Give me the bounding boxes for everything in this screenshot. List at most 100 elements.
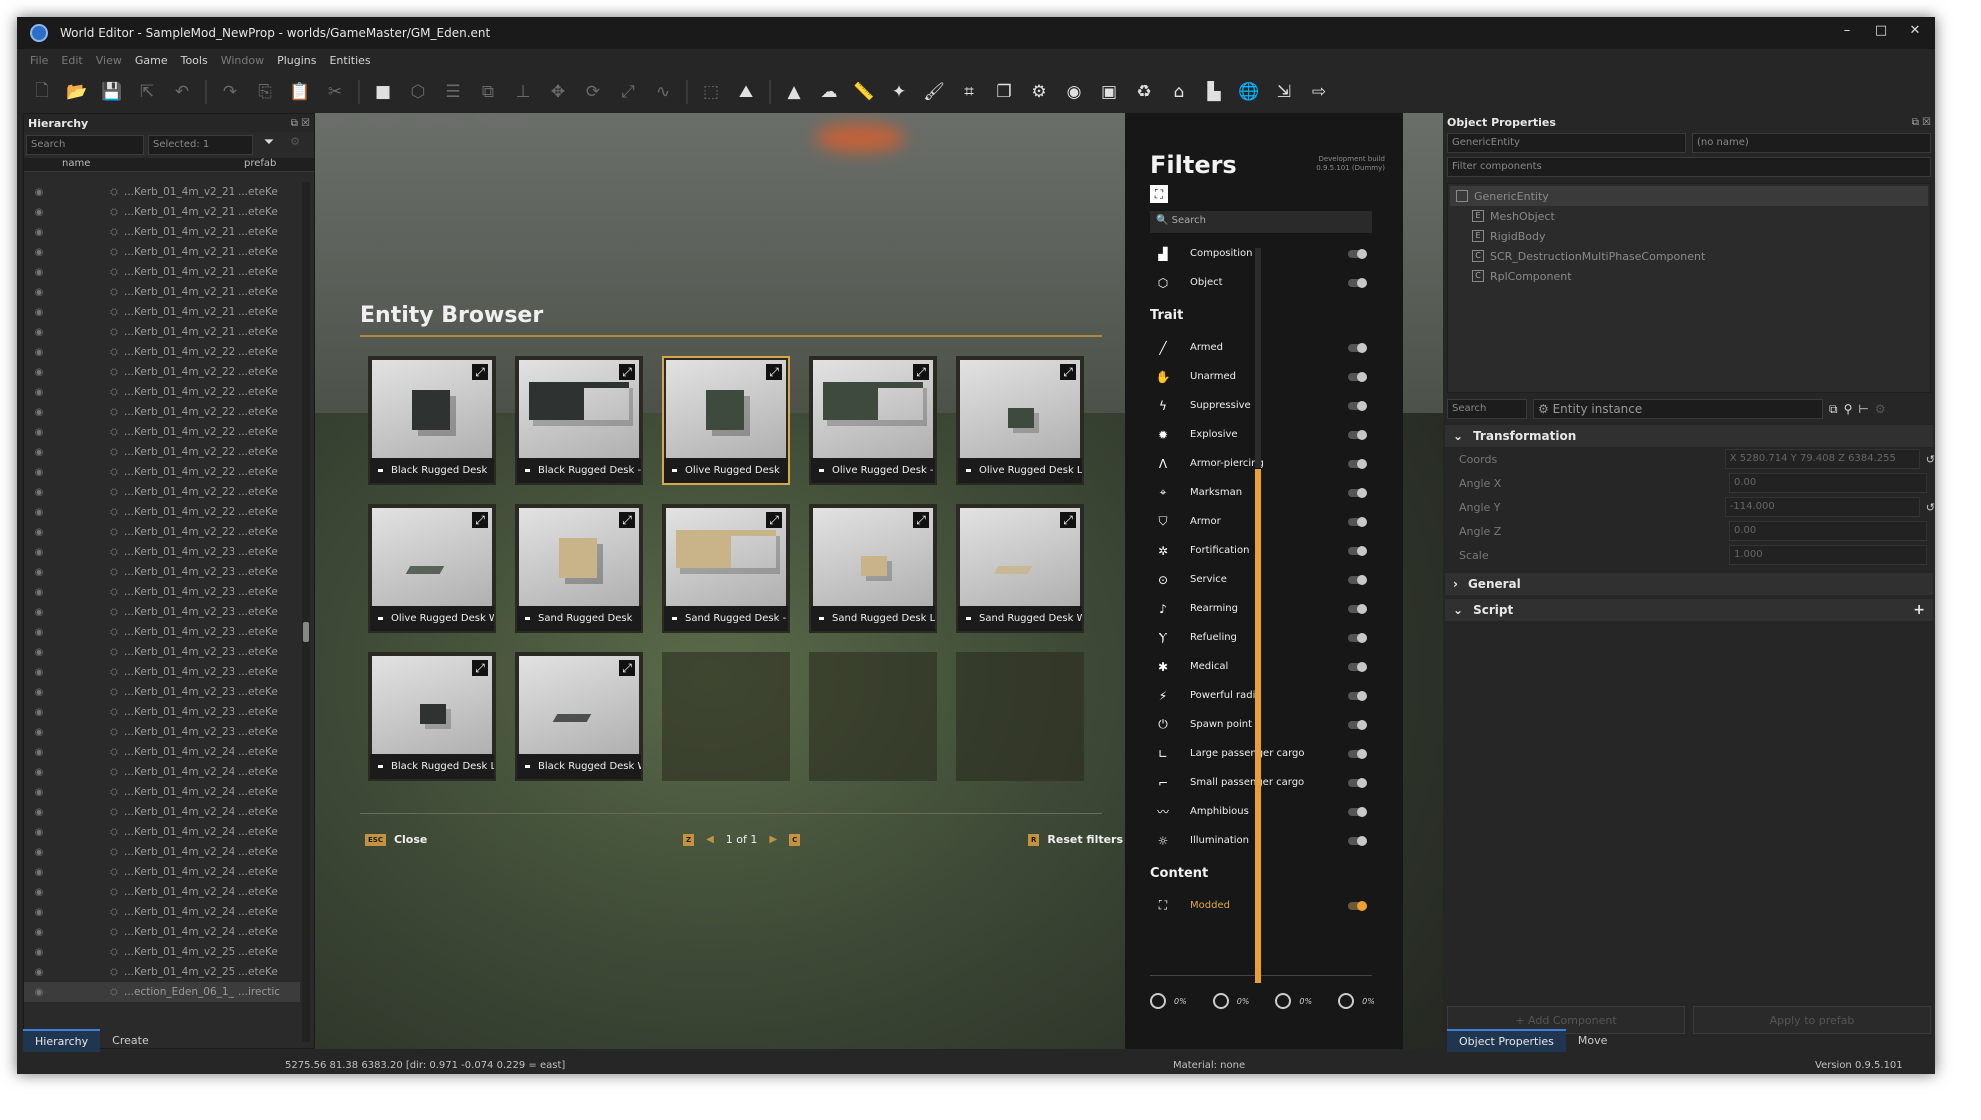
script-section[interactable]: ⌄ Script + xyxy=(1445,599,1933,621)
general-section[interactable]: › General xyxy=(1445,573,1933,595)
apply-to-prefab-button[interactable]: Apply to prefab xyxy=(1693,1006,1931,1034)
filter-item-amphibious[interactable]: 〰 Amphibious xyxy=(1150,797,1372,826)
expand-preview-icon[interactable]: ⤢ xyxy=(766,512,782,528)
filter-toggle[interactable] xyxy=(1348,516,1367,527)
filter-components-input[interactable]: Filter components xyxy=(1447,157,1931,177)
expand-preview-icon[interactable]: ⤢ xyxy=(1060,364,1076,380)
redo-icon[interactable]: ↷ xyxy=(215,78,245,106)
visibility-eye-icon[interactable]: ◉ xyxy=(24,627,54,638)
panel-dock-buttons[interactable]: ⧉ ☒ xyxy=(291,118,310,129)
brush-icon[interactable]: 🖌 xyxy=(919,78,949,106)
film-icon[interactable]: ▣ xyxy=(1094,78,1124,106)
hierarchy-row[interactable]: ◉ ⛭ ...Kerb_01_4m_v2_229 ...eteKe xyxy=(24,522,300,542)
prev-page-icon[interactable]: ◀ xyxy=(706,834,714,845)
visibility-eye-icon[interactable]: ◉ xyxy=(24,447,54,458)
hierarchy-row[interactable]: ◉ ⛭ ...Kerb_01_4m_v2_214 ...eteKe xyxy=(24,222,300,242)
hierarchy-row[interactable]: ◉ ⛭ ...Kerb_01_4m_v2_243 ...eteKe xyxy=(24,802,300,822)
visibility-eye-icon[interactable]: ◉ xyxy=(24,707,54,718)
scroll-thumb[interactable] xyxy=(303,622,309,642)
maximize-button[interactable]: □ xyxy=(1871,23,1891,38)
filter-toggle[interactable] xyxy=(1348,400,1367,411)
gear-group-icon[interactable]: ⚙ xyxy=(1024,78,1054,106)
filter-item-large-passenger-cargo[interactable]: ∟ Large passenger cargo xyxy=(1150,739,1372,768)
entity-card[interactable]: ⤢ Black Rugged Desk xyxy=(368,356,496,485)
rotate-icon[interactable]: ⟳ xyxy=(578,78,608,106)
visibility-eye-icon[interactable]: ◉ xyxy=(24,487,54,498)
visibility-eye-icon[interactable]: ◉ xyxy=(24,327,54,338)
reset-icon[interactable]: ↺ xyxy=(1926,453,1935,466)
column-prefab[interactable]: prefab xyxy=(240,158,276,171)
visibility-eye-icon[interactable]: ◉ xyxy=(24,527,54,538)
filter-toggle[interactable] xyxy=(1348,574,1367,585)
hierarchy-row[interactable]: ◉ ⛭ ...Kerb_01_4m_v2_226 ...eteKe xyxy=(24,462,300,482)
hierarchy-row[interactable]: ◉ ⛭ ...Kerb_01_4m_v2_237 ...eteKe xyxy=(24,682,300,702)
filter-item-marksman[interactable]: ⌖ Marksman xyxy=(1150,478,1372,507)
expand-preview-icon[interactable]: ⤢ xyxy=(619,364,635,380)
filter-toggle[interactable] xyxy=(1348,690,1367,701)
filter-toggle[interactable] xyxy=(1348,487,1367,498)
filter-toggle[interactable] xyxy=(1348,603,1367,614)
hierarchy-row[interactable]: ◉ ⛭ ...Kerb_01_4m_v2_236 ...eteKe xyxy=(24,662,300,682)
visibility-eye-icon[interactable]: ◉ xyxy=(24,867,54,878)
filter-item-armed[interactable]: ╱ Armed xyxy=(1150,333,1372,362)
field-value[interactable]: 0.00 xyxy=(1729,473,1927,493)
filter-toggle[interactable] xyxy=(1348,661,1367,672)
entity-class-field[interactable]: GenericEntity xyxy=(1447,133,1686,153)
hierarchy-row[interactable]: ◉ ⛭ ...Kerb_01_4m_v2_228 ...eteKe xyxy=(24,502,300,522)
entity-card[interactable]: ⤢ Olive Rugged Desk - Full xyxy=(809,356,937,485)
hierarchy-row[interactable]: ◉ ⛭ ...Kerb_01_4m_v2_249 ...eteKe xyxy=(24,922,300,942)
hierarchy-row[interactable]: ◉ ⛭ ...Kerb_01_4m_v2_219 ...eteKe xyxy=(24,322,300,342)
globe-icon[interactable]: 🌐 xyxy=(1234,78,1264,106)
visibility-eye-icon[interactable]: ◉ xyxy=(24,847,54,858)
cube-icon[interactable]: ⬡ xyxy=(403,78,433,106)
hierarchy-row[interactable]: ◉ ⛭ ...Kerb_01_4m_v2_234 ...eteKe xyxy=(24,622,300,642)
tab-create[interactable]: Create xyxy=(100,1030,161,1051)
cut-icon[interactable]: ✂ xyxy=(320,78,350,106)
visibility-eye-icon[interactable]: ◉ xyxy=(24,687,54,698)
filters-scrollbar[interactable] xyxy=(1255,469,1261,983)
filter-toggle[interactable] xyxy=(1348,748,1367,759)
visibility-eye-icon[interactable]: ◉ xyxy=(24,287,54,298)
visibility-eye-icon[interactable]: ◉ xyxy=(24,667,54,678)
snap-icon[interactable]: ⊥ xyxy=(508,78,538,106)
entity-card[interactable]: ⤢ Black Rugged Desk Wing xyxy=(515,652,643,781)
cycle-icon[interactable]: ♻ xyxy=(1129,78,1159,106)
menu-file[interactable]: File xyxy=(30,54,48,67)
component-item[interactable]: C SCR_DestructionMultiPhaseComponent xyxy=(1450,246,1928,266)
settings-icon[interactable]: ⚙ xyxy=(1875,402,1886,416)
visibility-eye-icon[interactable]: ◉ xyxy=(24,267,54,278)
menu-entities[interactable]: Entities xyxy=(329,54,370,67)
entity-card[interactable]: ⤢ Sand Rugged Desk Wing xyxy=(956,504,1084,633)
visibility-eye-icon[interactable]: ◉ xyxy=(24,967,54,978)
undo-icon[interactable]: ↶ xyxy=(167,78,197,106)
transformation-section[interactable]: ⌄ Transformation xyxy=(1445,425,1933,447)
hierarchy-row[interactable]: ◉ ⛭ ...Kerb_01_4m_v2_246 ...eteKe xyxy=(24,862,300,882)
visibility-eye-icon[interactable]: ◉ xyxy=(24,647,54,658)
hierarchy-row[interactable]: ◉ ⛭ ...Kerb_01_4m_v2_217 ...eteKe xyxy=(24,282,300,302)
visibility-eye-icon[interactable]: ◉ xyxy=(24,907,54,918)
visibility-eye-icon[interactable]: ◉ xyxy=(24,467,54,478)
fire-icon[interactable]: ◉ xyxy=(1059,78,1089,106)
visibility-eye-icon[interactable]: ◉ xyxy=(24,367,54,378)
properties-search-input[interactable]: Search xyxy=(1447,399,1527,419)
field-value[interactable]: X 5280.714 Y 79.408 Z 6384.255 xyxy=(1724,449,1920,469)
entity-card[interactable]: ⤢ Olive Rugged Desk Wing xyxy=(368,504,496,633)
hierarchy-search-input[interactable]: Search xyxy=(26,135,144,155)
entity-card[interactable]: ⤢ Olive Rugged Desk xyxy=(662,356,790,485)
menu-edit[interactable]: Edit xyxy=(61,54,82,67)
entity-instance-dropdown[interactable]: ⚙ Entity instance xyxy=(1533,399,1823,419)
expand-preview-icon[interactable]: ⤢ xyxy=(766,364,782,380)
entity-card[interactable]: ⤢ Black Rugged Desk - Full xyxy=(515,356,643,485)
expand-preview-icon[interactable]: ⤢ xyxy=(913,364,929,380)
visibility-eye-icon[interactable]: ◉ xyxy=(24,587,54,598)
hierarchy-row[interactable]: ◉ ⛭ ...Kerb_01_4m_v2_238 ...eteKe xyxy=(24,702,300,722)
filter-toggle[interactable] xyxy=(1348,371,1367,382)
visibility-eye-icon[interactable]: ◉ xyxy=(24,727,54,738)
filter-toggle[interactable] xyxy=(1348,777,1367,788)
menu-tools[interactable]: Tools xyxy=(181,54,208,67)
hierarchy-row[interactable]: ◉ ⛭ ...Kerb_01_4m_v2_216 ...eteKe xyxy=(24,262,300,282)
hierarchy-row[interactable]: ◉ ⛭ ...Kerb_01_4m_v2_230 ...eteKe xyxy=(24,542,300,562)
visibility-eye-icon[interactable]: ◉ xyxy=(24,187,54,198)
expand-preview-icon[interactable]: ⤢ xyxy=(472,364,488,380)
buildings-icon[interactable]: ⌂ xyxy=(1164,78,1194,106)
